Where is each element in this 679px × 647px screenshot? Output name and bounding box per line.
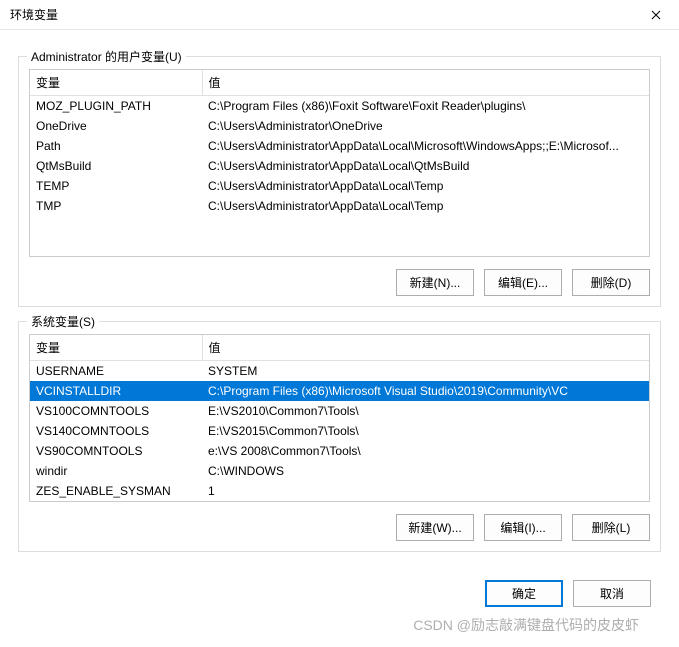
table-row[interactable]: TEMPC:\Users\Administrator\AppData\Local…	[30, 176, 649, 196]
cancel-button[interactable]: 取消	[573, 580, 651, 607]
user-variables-group: Administrator 的用户变量(U) 变量 值 MOZ_PLUGIN_P…	[18, 56, 661, 307]
system-button-row: 新建(W)... 编辑(I)... 删除(L)	[29, 514, 650, 541]
table-row[interactable]: VS140COMNTOOLSE:\VS2015\Common7\Tools\	[30, 421, 649, 441]
system-delete-button[interactable]: 删除(L)	[572, 514, 650, 541]
user-variables-table[interactable]: 变量 值 MOZ_PLUGIN_PATHC:\Program Files (x8…	[30, 70, 649, 256]
system-variables-label: 系统变量(S)	[27, 313, 99, 330]
system-variables-table-wrap: 变量 值 USERNAMESYSTEM VCINSTALLDIRC:\Progr…	[29, 334, 650, 502]
table-row[interactable]: VCINSTALLDIRC:\Program Files (x86)\Micro…	[30, 381, 649, 401]
close-button[interactable]	[641, 5, 671, 25]
system-col-header-value[interactable]: 值	[202, 335, 649, 361]
user-col-header-name[interactable]: 变量	[30, 70, 202, 96]
user-col-header-value[interactable]: 值	[202, 70, 649, 96]
titlebar: 环境变量	[0, 0, 679, 30]
table-row[interactable]: PathC:\Users\Administrator\AppData\Local…	[30, 136, 649, 156]
table-row	[30, 236, 649, 256]
user-new-button[interactable]: 新建(N)...	[396, 269, 474, 296]
system-edit-button[interactable]: 编辑(I)...	[484, 514, 562, 541]
table-row	[30, 216, 649, 236]
table-row[interactable]: VS90COMNTOOLSe:\VS 2008\Common7\Tools\	[30, 441, 649, 461]
user-edit-button[interactable]: 编辑(E)...	[484, 269, 562, 296]
user-delete-button[interactable]: 删除(D)	[572, 269, 650, 296]
table-row[interactable]: QtMsBuildC:\Users\Administrator\AppData\…	[30, 156, 649, 176]
user-variables-label: Administrator 的用户变量(U)	[27, 48, 186, 65]
system-new-button[interactable]: 新建(W)...	[396, 514, 474, 541]
dialog-button-row: 确定 取消	[0, 562, 679, 617]
system-col-header-name[interactable]: 变量	[30, 335, 202, 361]
table-row[interactable]: OneDriveC:\Users\Administrator\OneDrive	[30, 116, 649, 136]
ok-button[interactable]: 确定	[485, 580, 563, 607]
table-row[interactable]: windirC:\WINDOWS	[30, 461, 649, 481]
user-button-row: 新建(N)... 编辑(E)... 删除(D)	[29, 269, 650, 296]
table-row[interactable]: USERNAMESYSTEM	[30, 361, 649, 382]
user-variables-table-wrap: 变量 值 MOZ_PLUGIN_PATHC:\Program Files (x8…	[29, 69, 650, 257]
close-icon	[651, 10, 661, 20]
table-row[interactable]: MOZ_PLUGIN_PATHC:\Program Files (x86)\Fo…	[30, 96, 649, 117]
system-variables-group: 系统变量(S) 变量 值 USERNAMESYSTEM VCINSTALLDIR…	[18, 321, 661, 552]
system-variables-table[interactable]: 变量 值 USERNAMESYSTEM VCINSTALLDIRC:\Progr…	[30, 335, 649, 501]
window-title: 环境变量	[10, 6, 58, 23]
table-row[interactable]: TMPC:\Users\Administrator\AppData\Local\…	[30, 196, 649, 216]
table-row[interactable]: ZES_ENABLE_SYSMAN1	[30, 481, 649, 501]
watermark: CSDN @励志敲满键盘代码的皮皮虾	[413, 615, 639, 635]
table-row[interactable]: VS100COMNTOOLSE:\VS2010\Common7\Tools\	[30, 401, 649, 421]
